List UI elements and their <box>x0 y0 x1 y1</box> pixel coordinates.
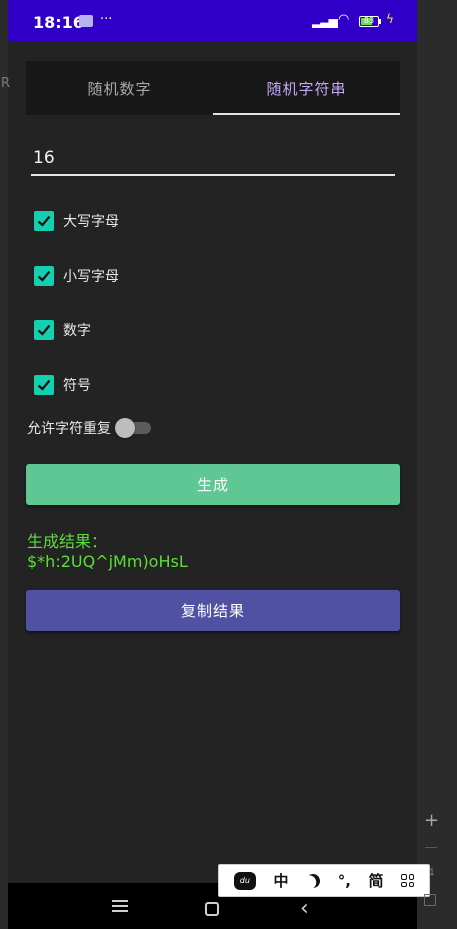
home-icon[interactable] <box>205 902 219 916</box>
battery-level: 83 <box>363 16 375 25</box>
ime-punctuation[interactable]: °, <box>338 872 351 890</box>
battery-icon: 83 <box>359 16 379 27</box>
moon-icon[interactable] <box>304 872 322 890</box>
result-title: 生成结果： <box>27 532 108 551</box>
check-icon <box>37 379 51 391</box>
symbols-label: 符号 <box>63 378 91 394</box>
ime-simplified[interactable]: 简 <box>369 870 384 891</box>
uppercase-label: 大写字母 <box>63 214 119 230</box>
grid-icon[interactable] <box>401 874 415 887</box>
signal-icon: ▂▃▅ <box>312 14 338 28</box>
battery-tip <box>379 19 381 24</box>
status-time: 18:16 <box>33 13 84 32</box>
uppercase-checkbox[interactable] <box>34 211 54 231</box>
ime-logo-icon[interactable]: du <box>233 871 256 890</box>
tab-bar: 随机数字 随机字符串 <box>26 61 400 115</box>
result-value: $*h:2UQ^jMm)oHsL <box>27 552 188 571</box>
emulator-edge-label: R <box>1 76 11 91</box>
back-icon[interactable]: ‹ <box>300 896 309 921</box>
more-notifications-icon: ··· <box>100 12 113 27</box>
wifi-icon: ◠ <box>338 12 350 27</box>
option-lowercase[interactable]: 小写字母 <box>34 266 119 286</box>
allow-repeat-row: 允许字符重复 <box>27 418 153 438</box>
phone-screen: 18:16 ··· ▂▃▅ ◠ 83 ϟ 随机数字 随机字符串 大写字母 小写字… <box>8 0 417 929</box>
ime-chinese-mode[interactable]: 中 <box>273 870 288 891</box>
check-icon <box>37 215 51 227</box>
symbols-checkbox[interactable] <box>34 375 54 395</box>
zoom-in-icon[interactable]: + <box>424 810 439 831</box>
allow-repeat-label: 允许字符重复 <box>27 421 111 437</box>
charging-icon: ϟ <box>386 12 394 26</box>
copy-result-button[interactable]: 复制结果 <box>26 590 400 631</box>
check-icon <box>37 270 51 282</box>
emulator-zoom-panel: + 1 <box>419 808 443 912</box>
menu-icon[interactable] <box>112 900 128 912</box>
zoom-level: 1 <box>429 868 435 878</box>
tab-random-string[interactable]: 随机字符串 <box>213 61 400 115</box>
lowercase-label: 小写字母 <box>63 269 119 285</box>
zoom-out-icon[interactable] <box>425 847 437 848</box>
ime-toolbar: du 中 °, 简 <box>218 864 430 897</box>
tab-random-number[interactable]: 随机数字 <box>26 61 213 115</box>
option-digits[interactable]: 数字 <box>34 320 91 340</box>
allow-repeat-switch[interactable] <box>115 418 153 438</box>
option-symbols[interactable]: 符号 <box>34 375 91 395</box>
generate-button[interactable]: 生成 <box>26 464 400 505</box>
fit-screen-icon[interactable] <box>424 894 436 906</box>
lowercase-checkbox[interactable] <box>34 266 54 286</box>
digits-checkbox[interactable] <box>34 320 54 340</box>
app-notification-icon <box>79 15 93 27</box>
option-uppercase[interactable]: 大写字母 <box>34 211 119 231</box>
status-bar: 18:16 ··· ▂▃▅ ◠ 83 ϟ <box>8 0 417 42</box>
check-icon <box>37 324 51 336</box>
switch-thumb[interactable] <box>115 418 135 438</box>
digits-label: 数字 <box>63 323 91 339</box>
length-input[interactable] <box>31 142 395 176</box>
